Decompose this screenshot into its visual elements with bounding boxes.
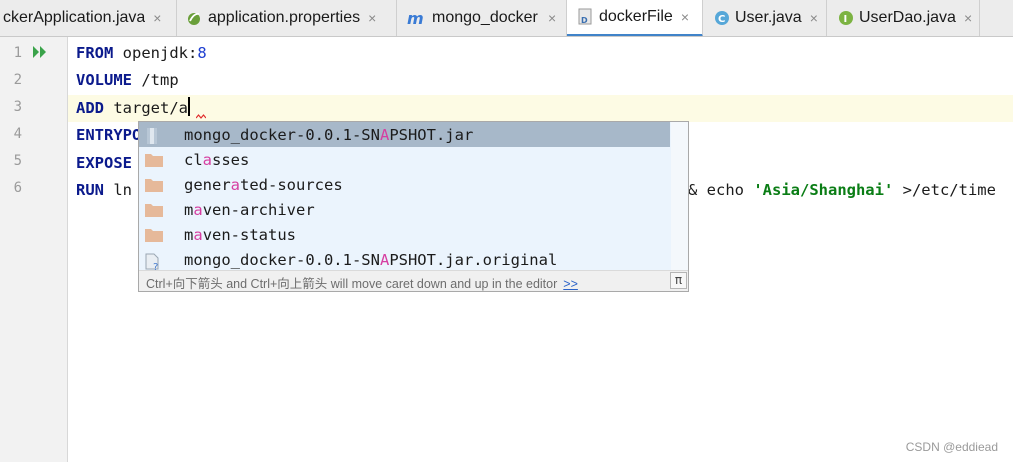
- close-icon[interactable]: ×: [681, 9, 689, 25]
- folder-icon: [145, 203, 163, 221]
- watermark: CSDN @eddiead: [905, 440, 998, 454]
- line-number: 2: [13, 72, 22, 88]
- completion-item[interactable]: maven-status: [139, 222, 670, 247]
- dockerfile-icon: D: [578, 8, 594, 26]
- completion-item[interactable]: classes: [139, 147, 670, 172]
- code-text: ln: [104, 181, 132, 199]
- svg-text:C: C: [718, 14, 725, 25]
- line-number: 1: [13, 45, 22, 61]
- completion-text: gener: [184, 175, 231, 194]
- folder-icon: [145, 228, 163, 246]
- tab-mongo-docker[interactable]: m mongo_docker ×: [397, 0, 567, 36]
- hint-more-link[interactable]: >>: [563, 277, 578, 291]
- tab-dockerfile[interactable]: D dockerFile ×: [567, 0, 703, 36]
- completion-item[interactable]: maven-archiver: [139, 197, 670, 222]
- number-literal: 8: [197, 44, 207, 62]
- completion-text: mongo_docker-0.0.1-SN: [184, 250, 380, 269]
- spring-properties-icon: [185, 9, 203, 27]
- line-number: 4: [13, 126, 22, 142]
- close-icon[interactable]: ×: [964, 10, 972, 26]
- code-line-1[interactable]: FROM openjdk:8: [76, 40, 207, 67]
- java-class-icon: C: [714, 10, 730, 26]
- match-highlight: a: [193, 200, 203, 219]
- code-line-2[interactable]: VOLUME /tmp: [76, 67, 179, 94]
- tab-label: mongo_docker: [432, 9, 538, 26]
- completion-text: m: [184, 200, 194, 219]
- string-literal: 'Asia/Shanghai': [753, 181, 894, 199]
- close-icon[interactable]: ×: [368, 10, 376, 26]
- code-text: & echo: [688, 181, 754, 199]
- folder-icon: [145, 178, 163, 196]
- completion-text: sses: [212, 150, 250, 169]
- code-text: >/etc/time: [893, 181, 996, 199]
- run-gutter-icon[interactable]: [32, 44, 48, 64]
- keyword: FROM: [76, 44, 114, 62]
- maven-module-icon: m: [407, 10, 427, 26]
- completion-text: ven-status: [202, 225, 297, 244]
- close-icon[interactable]: ×: [548, 10, 556, 26]
- completion-text: mongo_docker-0.0.1-SN: [184, 125, 380, 144]
- code-line-5[interactable]: EXPOSE: [76, 150, 132, 177]
- java-interface-icon: I: [838, 10, 854, 26]
- keyword: ENTRYPO: [76, 126, 142, 144]
- editor-gutter: 1 2 3 4 5 6: [0, 37, 68, 462]
- line-number: 5: [13, 153, 22, 169]
- line-number: 6: [13, 180, 22, 196]
- match-highlight: a: [230, 175, 241, 194]
- match-highlight: a: [202, 150, 213, 169]
- code-line-6[interactable]: RUN ln: [76, 177, 132, 204]
- code-text: target/a: [104, 99, 188, 117]
- completion-text: m: [184, 225, 194, 244]
- code-text: /tmp: [132, 71, 179, 89]
- tab-label: ckerApplication.java: [3, 9, 146, 26]
- svg-text:D: D: [581, 16, 588, 25]
- tab-userdao-java[interactable]: I UserDao.java ×: [827, 0, 980, 36]
- match-highlight: A: [379, 125, 390, 144]
- svg-text:I: I: [844, 14, 848, 25]
- popup-scrollbar[interactable]: [671, 122, 688, 270]
- tab-application-properties[interactable]: application.properties ×: [177, 0, 397, 36]
- completion-hint-bar: Ctrl+向下箭头 and Ctrl+向上箭头 will move caret …: [139, 270, 688, 291]
- code-line-4[interactable]: ENTRYPO: [76, 122, 141, 149]
- completion-text: ven-archiver: [202, 200, 315, 219]
- folder-icon: [145, 153, 163, 171]
- text-caret: [188, 97, 190, 116]
- match-highlight: A: [379, 250, 390, 269]
- close-icon[interactable]: ×: [810, 10, 818, 26]
- pin-popup-button[interactable]: π: [670, 272, 687, 289]
- tab-label: UserDao.java: [859, 9, 956, 26]
- close-icon[interactable]: ×: [153, 10, 161, 26]
- tab-label: User.java: [735, 9, 802, 26]
- tab-user-java[interactable]: C User.java ×: [703, 0, 827, 36]
- tab-label: dockerFile: [599, 8, 673, 25]
- svg-text:m: m: [407, 10, 424, 26]
- match-highlight: a: [193, 225, 203, 244]
- completion-text: PSHOT.jar.original: [389, 250, 558, 269]
- code-text: openjdk:: [113, 44, 198, 62]
- code-line-6-tail[interactable]: & echo 'Asia/Shanghai' >/etc/time: [688, 177, 996, 204]
- completion-item[interactable]: ? mongo_docker-0.0.1-SNAPSHOT.jar.origin…: [139, 247, 670, 273]
- keyword: RUN: [76, 181, 104, 199]
- completion-item[interactable]: generated-sources: [139, 172, 670, 197]
- current-line-highlight: [68, 95, 1013, 122]
- code-line-3[interactable]: ADD target/a: [76, 95, 190, 122]
- keyword: VOLUME: [76, 71, 132, 89]
- completion-text: cl: [184, 150, 203, 169]
- error-underline: [196, 114, 206, 119]
- keyword: ADD: [76, 99, 104, 117]
- completion-text: PSHOT.jar: [389, 125, 474, 144]
- tab-dockerapplication-java[interactable]: ckerApplication.java ×: [0, 0, 177, 36]
- line-number: 3: [13, 99, 22, 115]
- completion-hint-text: Ctrl+向下箭头 and Ctrl+向上箭头 will move caret …: [146, 277, 558, 291]
- editor-tab-bar: ckerApplication.java × application.prope…: [0, 0, 1013, 37]
- completion-text: ted-sources: [240, 175, 343, 194]
- completion-item[interactable]: mongo_docker-0.0.1-SNAPSHOT.jar: [139, 122, 670, 147]
- tab-label: application.properties: [208, 9, 361, 26]
- keyword: EXPOSE: [76, 154, 132, 172]
- jar-icon: [145, 128, 159, 148]
- code-completion-popup: mongo_docker-0.0.1-SNAPSHOT.jar classes …: [138, 121, 689, 292]
